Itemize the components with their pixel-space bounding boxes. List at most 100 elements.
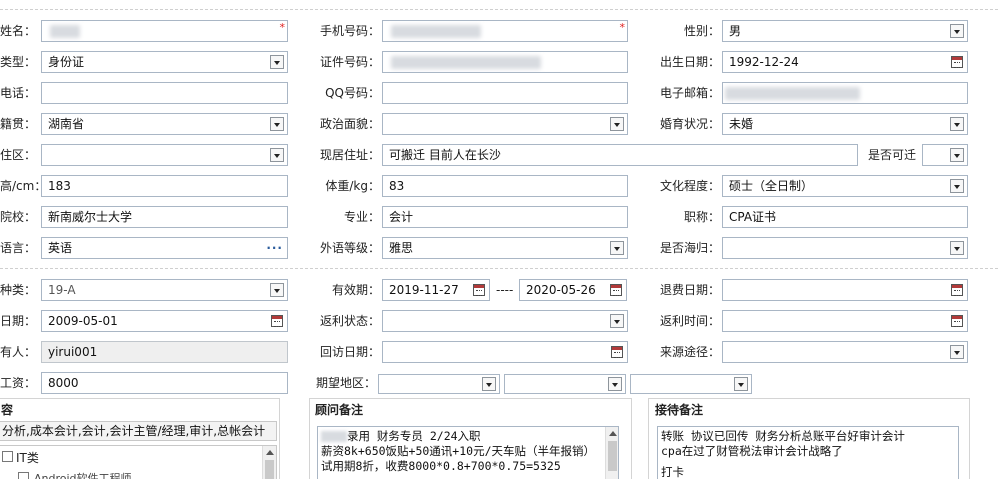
calendar-icon[interactable] — [473, 284, 485, 296]
name-input[interactable]: * — [41, 20, 288, 42]
language-input[interactable]: 英语 ··· — [41, 237, 288, 259]
reception-section: 接待备注 转账 协议已回传 财务分析总账平台好审计会计 cpa在过了财管税法审计… — [648, 398, 970, 479]
language-level-label: 外语等级： — [319, 241, 380, 255]
dropdown-arrow-icon[interactable] — [950, 117, 964, 131]
region-district-select[interactable] — [630, 374, 752, 394]
dropdown-arrow-icon[interactable] — [950, 148, 964, 162]
id-type-select[interactable]: 身份证 — [41, 51, 288, 73]
salary-input[interactable]: 8000 — [41, 372, 288, 394]
education-select[interactable]: 硕士（全日制） — [722, 175, 968, 197]
tree-item-it[interactable]: IT类 — [16, 449, 39, 466]
source-select[interactable] — [722, 341, 968, 363]
jobs-value: 分析,成本会计,会计,会计主管/经理,审计,总帐会计 — [2, 424, 266, 438]
address-input[interactable]: 可搬迁 目前人在长沙 — [382, 144, 858, 166]
reception-title: 接待备注 — [655, 403, 704, 417]
gender-value: 男 — [729, 24, 742, 38]
title-value: CPA证书 — [729, 210, 777, 224]
gender-select[interactable]: 男 — [722, 20, 968, 42]
title-label: 职称： — [683, 210, 720, 224]
rebate-status-select[interactable] — [382, 310, 628, 332]
redacted-block — [50, 25, 80, 38]
required-star-icon: * — [279, 21, 286, 34]
dropdown-arrow-icon[interactable] — [270, 283, 284, 297]
language-label: 语言： — [0, 241, 37, 255]
major-value: 会计 — [389, 210, 414, 224]
reception-notes-textarea[interactable]: 转账 协议已回传 财务分析总账平台好审计会计 cpa在过了财管税法审计会计战略了… — [657, 426, 959, 479]
redacted-block — [391, 25, 481, 38]
calendar-icon[interactable] — [951, 284, 963, 296]
dropdown-arrow-icon[interactable] — [608, 377, 622, 391]
dropdown-arrow-icon[interactable] — [610, 314, 624, 328]
dropdown-arrow-icon[interactable] — [734, 377, 748, 391]
major-label: 专业： — [343, 210, 380, 224]
jobs-input[interactable]: 分析,成本会计,会计,会计主管/经理,审计,总帐会计 — [0, 421, 277, 441]
dropdown-arrow-icon[interactable] — [270, 55, 284, 69]
consultant-notes-textarea[interactable]: 录用 财务专员 2/24入职 薪资8k+650饭贴+50通讯+10元/天车贴（半… — [317, 426, 619, 479]
major-input[interactable]: 会计 — [382, 206, 628, 228]
dropdown-arrow-icon[interactable] — [610, 241, 624, 255]
calendar-icon[interactable] — [610, 284, 622, 296]
dropdown-arrow-icon[interactable] — [270, 148, 284, 162]
scroll-up-icon[interactable] — [609, 431, 617, 436]
dropdown-arrow-icon[interactable] — [610, 117, 624, 131]
language-level-select[interactable]: 雅思 — [382, 237, 628, 259]
refund-date-input[interactable] — [722, 279, 968, 301]
dropdown-arrow-icon[interactable] — [950, 345, 964, 359]
calendar-icon[interactable] — [951, 315, 963, 327]
revisit-date-input[interactable] — [382, 341, 628, 363]
height-input[interactable]: 183 — [41, 175, 288, 197]
mobile-input[interactable]: * — [382, 20, 628, 42]
checkbox-icon[interactable] — [18, 472, 29, 479]
consultant-scrollbar[interactable] — [605, 427, 618, 479]
email-label: 电子邮箱： — [659, 86, 720, 100]
school-input[interactable]: 新南威尔士大学 — [41, 206, 288, 228]
birth-date-input[interactable]: 1992-12-24 — [722, 51, 968, 73]
region-city-select[interactable] — [504, 374, 626, 394]
job-tree[interactable]: IT类 Android软件工程师 — [0, 445, 277, 479]
dropdown-arrow-icon[interactable] — [482, 377, 496, 391]
dropdown-arrow-icon[interactable] — [950, 241, 964, 255]
politics-select[interactable] — [382, 113, 628, 135]
residence-select[interactable] — [41, 144, 288, 166]
kind-select[interactable]: 19-A — [41, 279, 288, 301]
relocate-select[interactable] — [922, 144, 968, 166]
id-type-value: 身份证 — [48, 55, 85, 69]
dropdown-arrow-icon[interactable] — [270, 117, 284, 131]
checkbox-icon[interactable] — [2, 451, 13, 462]
dropdown-arrow-icon[interactable] — [950, 179, 964, 193]
language-level-value: 雅思 — [389, 241, 414, 255]
rebate-time-input[interactable] — [722, 310, 968, 332]
tree-scrollbar[interactable] — [262, 446, 276, 479]
weight-input[interactable]: 83 — [382, 175, 628, 197]
region-province-select[interactable] — [378, 374, 500, 394]
scroll-up-icon[interactable] — [266, 450, 274, 455]
school-value: 新南威尔士大学 — [48, 210, 133, 224]
reception-line-2: cpa在过了财管税法审计会计战略了 — [661, 444, 843, 458]
scroll-thumb[interactable] — [608, 441, 617, 471]
required-star-icon: * — [619, 21, 626, 34]
validity-start-input[interactable]: 2019-11-27 — [382, 279, 490, 301]
qq-input[interactable] — [382, 82, 628, 104]
calendar-icon[interactable] — [951, 56, 963, 68]
validity-end-input[interactable]: 2020-05-26 — [519, 279, 627, 301]
tree-item-android[interactable]: Android软件工程师 — [34, 470, 132, 479]
gender-label: 性别： — [683, 24, 720, 38]
calendar-icon[interactable] — [611, 346, 623, 358]
more-dots-icon[interactable]: ··· — [266, 238, 283, 258]
title-input[interactable]: CPA证书 — [722, 206, 968, 228]
address-label: 现居住址： — [319, 148, 380, 162]
validity-end-value: 2020-05-26 — [526, 283, 596, 297]
consultant-line-2: 薪资8k+650饭贴+50通讯+10元/天车贴（半年报销） — [321, 444, 596, 458]
calendar-icon[interactable] — [271, 315, 283, 327]
dropdown-arrow-icon[interactable] — [950, 24, 964, 38]
validity-start-value: 2019-11-27 — [389, 283, 459, 297]
native-select[interactable]: 湖南省 — [41, 113, 288, 135]
marital-select[interactable]: 未婚 — [722, 113, 968, 135]
scroll-thumb[interactable] — [265, 460, 274, 479]
phone-input[interactable] — [41, 82, 288, 104]
email-input[interactable] — [722, 82, 968, 104]
validity-label: 有效期： — [331, 283, 380, 297]
date-input[interactable]: 2009-05-01 — [41, 310, 288, 332]
overseas-select[interactable] — [722, 237, 968, 259]
id-number-input[interactable] — [382, 51, 628, 73]
